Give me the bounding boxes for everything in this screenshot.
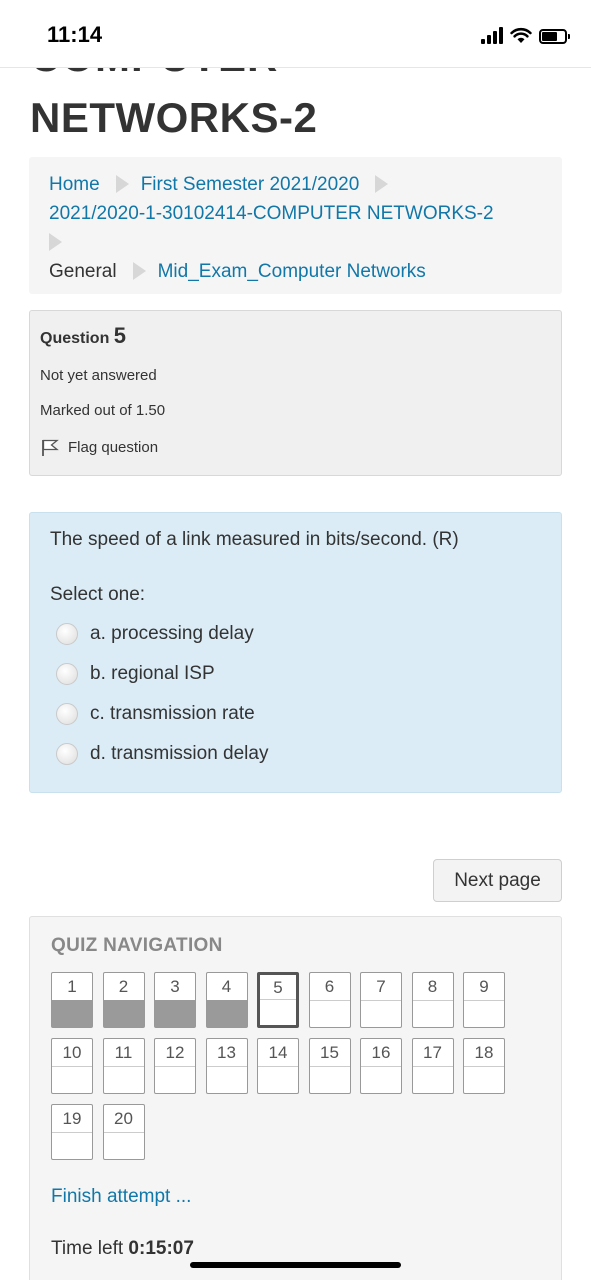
radio-button[interactable] xyxy=(56,703,78,725)
quiz-nav-button-number: 1 xyxy=(52,973,92,1001)
quiz-nav-button-number: 18 xyxy=(464,1039,504,1067)
battery-icon xyxy=(539,29,570,44)
answer-option-d[interactable]: d. transmission delay xyxy=(50,734,541,774)
quiz-nav-button-5[interactable]: 5 xyxy=(257,972,299,1028)
wifi-icon xyxy=(510,27,532,43)
question-content: The speed of a link measured in bits/sec… xyxy=(29,512,562,793)
quiz-nav-button-4[interactable]: 4 xyxy=(205,972,248,1028)
answer-option-label: d. transmission delay xyxy=(90,743,269,764)
answered-indicator xyxy=(103,1000,144,1027)
quiz-nav-button-6[interactable]: 6 xyxy=(308,972,351,1028)
flag-question-label: Flag question xyxy=(68,438,159,456)
breadcrumb-separator-icon xyxy=(132,262,146,280)
answered-indicator xyxy=(52,1000,92,1027)
breadcrumb: Home First Semester 2021/2020 2021/2020-1… xyxy=(29,157,562,294)
quiz-nav-button-number: 3 xyxy=(155,973,195,1001)
next-page-button[interactable]: Next page xyxy=(433,859,562,902)
quiz-nav-button-2[interactable]: 2 xyxy=(102,972,145,1028)
cellular-signal-icon xyxy=(481,27,503,44)
quiz-nav-button-19[interactable]: 19 xyxy=(51,1104,93,1160)
quiz-nav-button-18[interactable]: 18 xyxy=(463,1038,505,1094)
quiz-nav-button-number: 4 xyxy=(206,973,247,1001)
home-indicator[interactable] xyxy=(190,1262,401,1268)
question-info-panel: Question 5 Not yet answered Marked out o… xyxy=(29,310,562,476)
breadcrumb-quiz-link[interactable]: Mid_Exam_Computer Networks xyxy=(158,261,426,282)
quiz-nav-button-9[interactable]: 9 xyxy=(463,972,505,1028)
quiz-nav-button-number: 10 xyxy=(52,1039,92,1067)
quiz-nav-button-16[interactable]: 16 xyxy=(360,1038,402,1094)
time-left-value: 0:15:07 xyxy=(128,1238,194,1259)
question-text: The speed of a link measured in bits/sec… xyxy=(50,529,459,550)
finish-attempt-link[interactable]: Finish attempt ... xyxy=(51,1186,540,1208)
time-left: Time left 0:15:07 xyxy=(51,1238,540,1260)
quiz-nav-button-7[interactable]: 7 xyxy=(360,972,402,1028)
flag-icon xyxy=(42,439,59,456)
quiz-navigation-grid: 1 2 3 4 5 6 7 8 9 10 11 12 13 14 15 16 17 18 19 20 xyxy=(51,972,540,1160)
quiz-nav-button-13[interactable]: 13 xyxy=(205,1038,248,1094)
quiz-nav-button-3[interactable]: 3 xyxy=(154,972,196,1028)
quiz-nav-button-number: 6 xyxy=(309,973,350,1001)
quiz-nav-button-number: 11 xyxy=(103,1039,144,1067)
radio-button[interactable] xyxy=(56,743,78,765)
quiz-nav-button-17[interactable]: 17 xyxy=(411,1038,454,1094)
select-one-prompt: Select one: xyxy=(50,584,146,605)
answer-option-a[interactable]: a. processing delay xyxy=(50,614,541,654)
question-state: Not yet answered xyxy=(40,367,157,384)
answered-indicator xyxy=(155,1000,195,1027)
quiz-nav-button-number: 17 xyxy=(412,1039,453,1067)
quiz-nav-button-1[interactable]: 1 xyxy=(51,972,93,1028)
radio-button[interactable] xyxy=(56,623,78,645)
quiz-navigation-panel: QUIZ NAVIGATION 1 2 3 4 5 6 7 8 9 10 11 12 13 14 15 16 1… xyxy=(29,916,562,1280)
quiz-nav-button-number: 15 xyxy=(309,1039,350,1067)
answer-option-label: c. transmission rate xyxy=(90,703,255,724)
breadcrumb-separator-icon xyxy=(375,175,389,193)
breadcrumb-home-link[interactable]: Home xyxy=(49,174,100,195)
flag-question-button[interactable]: Flag question xyxy=(40,437,551,457)
answer-option-label: b. regional ISP xyxy=(90,663,215,684)
quiz-nav-button-14[interactable]: 14 xyxy=(257,1038,299,1094)
breadcrumb-separator-icon xyxy=(49,233,62,251)
answered-indicator xyxy=(206,1000,247,1027)
quiz-navigation-title: QUIZ NAVIGATION xyxy=(51,935,223,956)
question-marks: Marked out of 1.50 xyxy=(40,402,166,419)
quiz-nav-button-number: 20 xyxy=(103,1105,144,1133)
quiz-nav-button-number: 8 xyxy=(412,973,453,1001)
quiz-nav-button-number: 12 xyxy=(155,1039,195,1067)
question-number: Question 5 xyxy=(40,323,127,348)
status-icons xyxy=(481,24,570,44)
time-left-label: Time left xyxy=(51,1238,124,1259)
quiz-nav-button-20[interactable]: 20 xyxy=(102,1104,145,1160)
quiz-nav-button-number: 13 xyxy=(206,1039,247,1067)
quiz-nav-button-12[interactable]: 12 xyxy=(154,1038,196,1094)
breadcrumb-separator-icon xyxy=(115,175,129,193)
quiz-nav-button-number: 19 xyxy=(52,1105,92,1133)
quiz-nav-button-10[interactable]: 10 xyxy=(51,1038,93,1094)
radio-button[interactable] xyxy=(56,663,78,685)
answer-option-label: a. processing delay xyxy=(90,623,254,644)
quiz-nav-button-11[interactable]: 11 xyxy=(102,1038,145,1094)
quiz-nav-button-number: 2 xyxy=(103,973,144,1001)
breadcrumb-course-link[interactable]: 2021/2020-1-30102414-COMPUTER NETWORKS-2 xyxy=(49,203,494,224)
quiz-nav-button-number: 9 xyxy=(464,973,504,1001)
page-title: NETWORKS-2 xyxy=(30,94,318,141)
breadcrumb-semester-link[interactable]: First Semester 2021/2020 xyxy=(141,174,360,195)
status-time: 11:14 xyxy=(47,22,103,47)
quiz-nav-button-15[interactable]: 15 xyxy=(308,1038,351,1094)
answer-option-c[interactable]: c. transmission rate xyxy=(50,694,541,734)
quiz-nav-button-number: 7 xyxy=(361,973,401,1001)
quiz-nav-button-number: 14 xyxy=(258,1039,298,1067)
quiz-nav-button-number: 16 xyxy=(361,1039,401,1067)
breadcrumb-section[interactable]: General xyxy=(49,261,117,282)
quiz-nav-button-8[interactable]: 8 xyxy=(411,972,454,1028)
quiz-nav-button-number: 5 xyxy=(260,975,296,1000)
answer-option-b[interactable]: b. regional ISP xyxy=(50,654,541,694)
status-bar: 11:14 xyxy=(0,0,591,68)
answer-options: a. processing delay b. regional ISP c. t… xyxy=(50,614,541,774)
